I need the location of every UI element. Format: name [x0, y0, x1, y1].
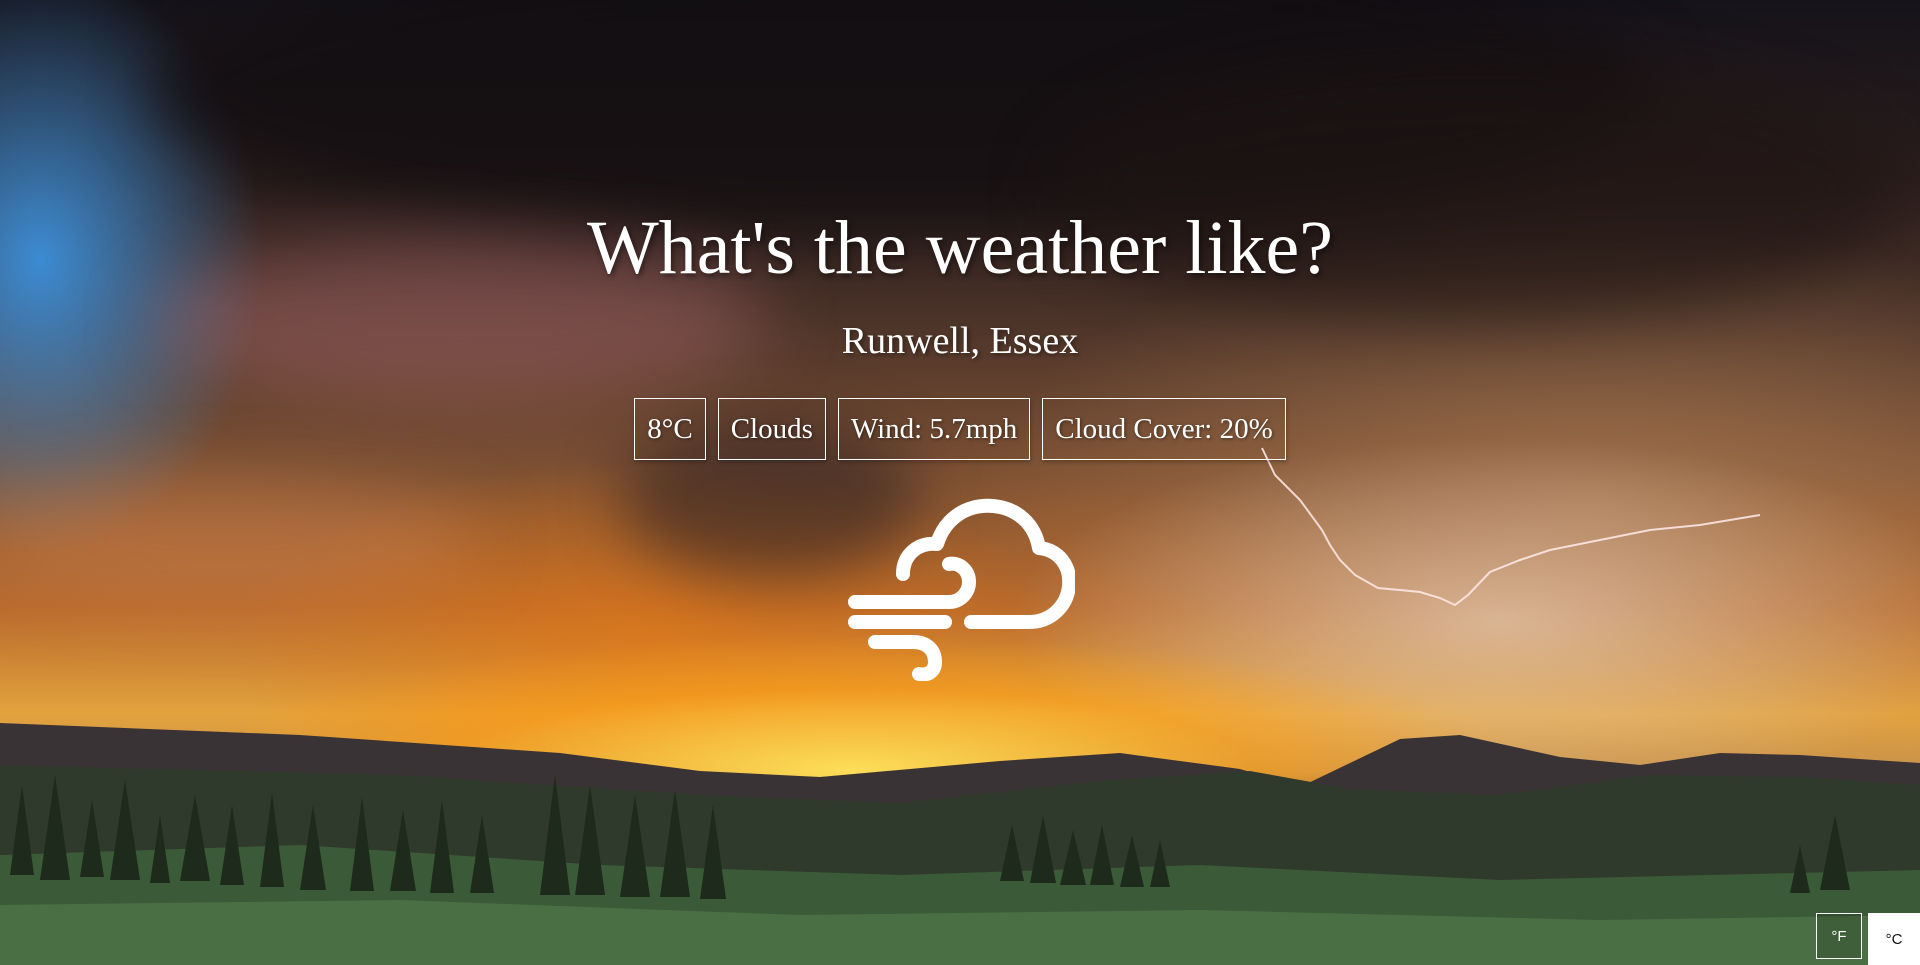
location-label: Runwell, Essex [841, 320, 1079, 362]
temperature-badge: 8°C [634, 398, 706, 460]
page-title: What's the weather like? [587, 206, 1333, 290]
wind-badge: Wind: 5.7mph [837, 398, 1031, 460]
cloud-cover-badge: Cloud Cover: 20% [1042, 398, 1286, 460]
unit-toggle: °F °C [1810, 913, 1920, 965]
hills-and-forest [0, 723, 1920, 965]
condition-badge: Clouds [717, 398, 826, 460]
weather-panel: What's the weather like? Runwell, Essex … [0, 0, 1920, 681]
wind-cloud-icon [848, 498, 1075, 681]
fahrenheit-button[interactable]: °F [1816, 913, 1862, 959]
celsius-button[interactable]: °C [1868, 913, 1920, 965]
weather-stats: 8°C Clouds Wind: 5.7mph Cloud Cover: 20% [634, 398, 1286, 460]
